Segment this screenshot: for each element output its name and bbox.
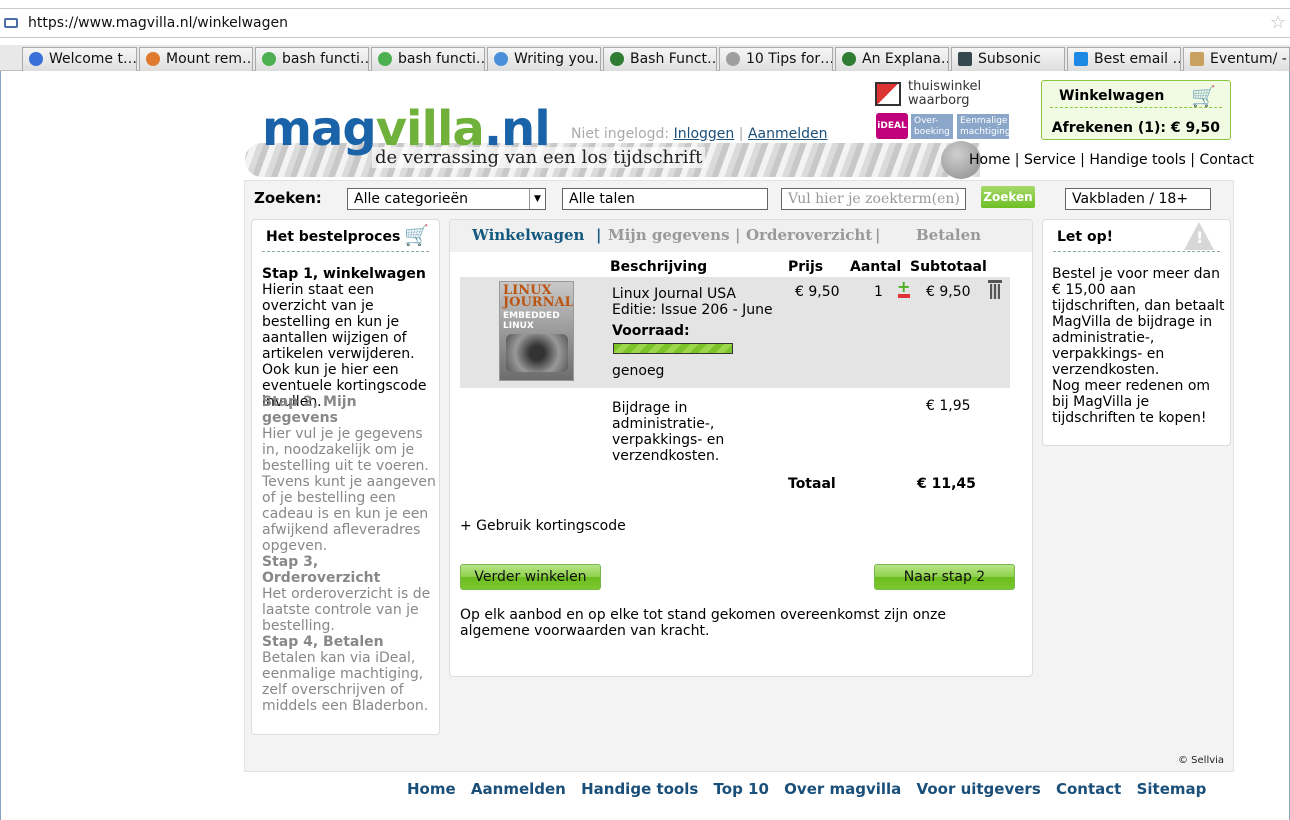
step-1: Stap 1, winkelwagen Hierin staat een over… <box>262 266 427 410</box>
footer-link-about[interactable]: Over magvilla <box>784 780 901 798</box>
footer-link-home[interactable]: Home <box>407 780 456 798</box>
step-4: Stap 4, Betalen Betalen kan via iDeal, ee… <box>262 634 429 714</box>
top-nav[interactable]: Home | Service | Handige tools | Contact <box>969 152 1254 168</box>
thuiswinkel-icon <box>875 82 901 106</box>
item-subtotal: € 9,50 <box>926 284 971 300</box>
order-process-panel: Het bestelproces 🛒 Stap 1, winkelwagen Hie… <box>251 219 440 735</box>
site-info-icon[interactable] <box>4 18 18 28</box>
mandate-badge: Eenmalige machtiging <box>957 114 1011 139</box>
col-header-description: Beschrijving <box>610 259 708 275</box>
shopping-cart-icon: 🛒 <box>1191 84 1216 108</box>
browser-tab[interactable]: Eventum/ - … <box>1183 47 1290 71</box>
magazine-cover[interactable]: LINUX JOURNAL EMBEDDED LINUX <box>499 281 574 381</box>
browser-tab[interactable]: Subsonic <box>951 47 1065 71</box>
reasons-link[interactable]: Nog meer redenen om bij MagVilla je tijd… <box>1052 378 1227 426</box>
col-header-subtotal: Subtotaal <box>910 259 987 275</box>
step-2: Stap 2, Mijn gegevens Hier vul je je gege… <box>262 394 436 554</box>
col-header-quantity: Aantal <box>850 259 902 275</box>
item-edition: Editie: Issue 206 - June <box>612 302 773 318</box>
fee-description: Bijdrage in administratie-, verpakkings-… <box>612 400 725 464</box>
thuiswinkel-logo[interactable]: thuiswinkel waarborg <box>875 80 985 110</box>
footer-link-sitemap[interactable]: Sitemap <box>1137 780 1207 798</box>
linux-tux-icon <box>842 52 856 66</box>
decrease-quantity-icon[interactable] <box>898 294 910 298</box>
footer-link-contact[interactable]: Contact <box>1056 780 1121 798</box>
browser-tab[interactable]: Best email … <box>1067 47 1181 71</box>
login-link[interactable]: Inloggen <box>674 126 735 142</box>
address-bar[interactable]: https://www.magvilla.nl/winkelwagen ☆ <box>0 8 1290 38</box>
fee-amount: € 1,95 <box>926 398 971 414</box>
tab-betalen: Betalen <box>916 226 982 244</box>
bookmark-star-icon[interactable]: ☆ <box>1270 12 1286 33</box>
ideal-logo: iDEAL <box>876 113 908 139</box>
col-header-price: Prijs <box>788 259 824 275</box>
warning-icon: ! <box>1184 222 1214 250</box>
checkout-steps: Winkelwagen | Mijn gegevens | Orderoverz… <box>450 220 1032 252</box>
search-button[interactable]: Zoeken <box>981 186 1035 208</box>
category-select[interactable]: Alle categorieën ▼ <box>347 188 546 210</box>
browser-tab[interactable]: bash functi… <box>255 47 369 71</box>
browser-tab[interactable]: bash functi… <box>371 47 485 71</box>
footer-link-tools[interactable]: Handige tools <box>581 780 698 798</box>
total-label: Totaal <box>788 476 836 492</box>
footer-nav: Home Aanmelden Handige tools Top 10 Over… <box>407 780 1216 798</box>
continue-shopping-button[interactable]: Verder winkelen <box>460 564 601 590</box>
footer-link-publishers[interactable]: Voor uitgevers <box>917 780 1041 798</box>
next-step-button[interactable]: Naar stap 2 <box>874 564 1015 590</box>
search-label: Zoeken: <box>254 189 322 207</box>
notice-panel: Let op! ! Bestel je voor meer dan € 15,0… <box>1042 219 1231 446</box>
total-amount: € 11,45 <box>917 476 976 492</box>
cart-panel: Winkelwagen | Mijn gegevens | Orderoverz… <box>449 219 1033 677</box>
google-icon <box>262 52 276 66</box>
mini-cart[interactable]: Winkelwagen 🛒 Afrekenen (1): € 9,50 <box>1041 80 1231 140</box>
sellvia-credit[interactable]: © Sellvia <box>1178 755 1224 766</box>
cart-icon: 🛒 <box>404 223 429 247</box>
checkout-link[interactable]: Afrekenen (1): € 9,50 <box>1052 120 1220 136</box>
url-text[interactable]: https://www.magvilla.nl/winkelwagen <box>28 15 288 31</box>
browser-tab[interactable]: An Explana… <box>835 47 949 71</box>
browser-tab[interactable]: Bash Funct… <box>603 47 717 71</box>
site-icon <box>494 52 508 66</box>
document-icon <box>1074 52 1088 66</box>
tab-strip: Welcome t… Mount rem… bash functi… bash … <box>0 45 1290 71</box>
terms-text: Op elk aanbod en op elke tot stand gekom… <box>460 607 946 639</box>
fedora-icon <box>29 52 43 66</box>
step-3: Stap 3, Orderoverzicht Het orderoverzicht… <box>262 554 431 634</box>
browser-tab[interactable]: Writing you… <box>487 47 601 71</box>
tagline: de verrassing van een los tijdschrift <box>372 147 706 168</box>
browser-tab[interactable]: Welcome t… <box>22 47 137 71</box>
panel-title: Het bestelproces 🛒 <box>262 223 429 252</box>
google-icon <box>378 52 392 66</box>
stock-label: Voorraad: <box>612 323 690 339</box>
coupon-link[interactable]: + Gebruik kortingscode <box>460 518 626 534</box>
trash-icon[interactable] <box>988 280 1002 300</box>
footer-link-top10[interactable]: Top 10 <box>714 780 769 798</box>
linux-tux-icon <box>610 52 624 66</box>
notice-text: Bestel je voor meer dan € 15,00 aan tijd… <box>1052 266 1225 378</box>
item-price: € 9,50 <box>795 284 840 300</box>
transfer-badge: Over-boeking <box>911 114 953 139</box>
stock-text: genoeg <box>612 363 665 379</box>
footer-link-register[interactable]: Aanmelden <box>471 780 566 798</box>
tab-orderoverzicht: Orderoverzicht <box>746 226 873 244</box>
feather-icon <box>146 52 160 66</box>
package-icon <box>1190 52 1204 66</box>
tab-winkelwagen[interactable]: Winkelwagen <box>472 226 584 244</box>
browser-tab[interactable]: Mount rem… <box>139 47 253 71</box>
language-field[interactable]: Alle talen <box>562 188 768 210</box>
subsonic-icon <box>958 52 972 66</box>
search-input[interactable]: Vul hier je zoekterm(en) <box>781 188 966 210</box>
item-quantity: 1 <box>874 284 883 300</box>
item-name[interactable]: Linux Journal USA <box>612 286 736 302</box>
increase-quantity-icon[interactable]: + <box>897 279 910 295</box>
dropdown-arrow-icon: ▼ <box>529 189 545 209</box>
tab-mijn-gegevens: Mijn gegevens <box>608 226 730 244</box>
adult-filter-field[interactable]: Vakbladen / 18+ <box>1065 188 1211 210</box>
stock-bar <box>613 343 733 354</box>
mini-cart-title: Winkelwagen <box>1059 88 1165 104</box>
register-link[interactable]: Aanmelden <box>748 126 828 142</box>
login-status: Niet ingelogd: Inloggen | Aanmelden <box>571 126 828 142</box>
page-icon <box>726 52 740 66</box>
browser-tab[interactable]: 10 Tips for… <box>719 47 833 71</box>
